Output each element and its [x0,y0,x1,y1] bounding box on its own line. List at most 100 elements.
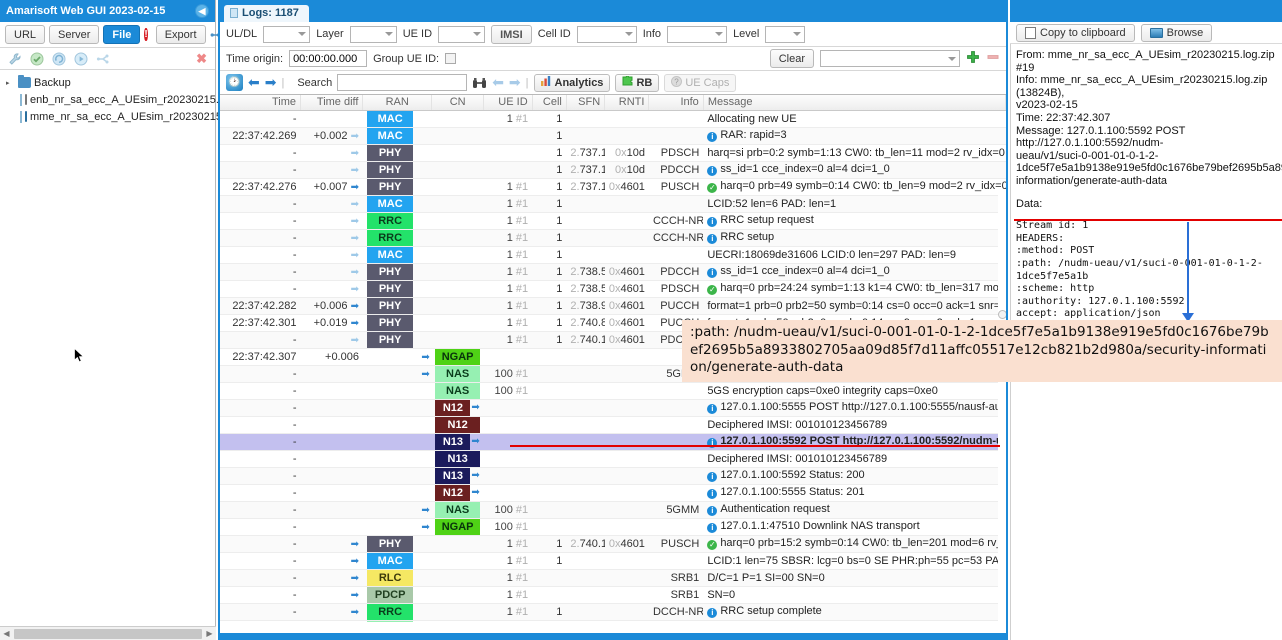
scroll-right-icon[interactable]: ▶ [203,629,216,638]
table-row[interactable]: - ➡ MAC 1 #1 1 LCID:1 len=75 SBSR: lcg=0 bs=… [220,552,1006,570]
table-row[interactable]: - ➡ PHY 1 #1 1 2.738.5 0x4601 PDSCH ✓ harq=0 prb… [220,280,1006,298]
direction-arrow-icon: ➡ [350,317,359,329]
col-timediff[interactable]: Time diff [300,95,364,111]
scrollbar-thumb[interactable] [14,628,202,639]
table-row[interactable]: 22:37:42.282 +0.006 ➡ PHY 1 #1 1 2.738.9 0x460… [220,297,1006,315]
layer-select[interactable] [349,25,397,43]
table-row[interactable]: - ➡ RRC 1 #1 1 DCCH-NR i RRC setup complete [220,603,1006,621]
server-button[interactable]: Server [49,25,100,44]
tree-item-backup[interactable]: ▸ Backup [4,74,215,91]
arrow-left-icon[interactable]: ⬅ [248,74,260,91]
time-origin-input[interactable] [289,50,368,67]
table-row[interactable]: - ➡ PHY 1 #1 1 2.738.5 0x4601 PDCCH i ss_id=1 cc… [220,263,1006,281]
cellid-select[interactable] [576,25,637,43]
cell-message: LCID:1 len=75 SBSR: lcg=0 bs=0 SE PHR:ph… [703,552,1006,570]
table-row[interactable]: - ➡ RRC 1 #1 1 CCCH-NR i RRC setup request [220,212,1006,230]
ueid-select[interactable] [438,25,486,43]
table-row[interactable]: - ➡ MAC 1 #1 1 UECRI:18069de31606 LCID:0 len… [220,246,1006,264]
error-badge-icon[interactable]: ! [144,28,148,41]
table-row[interactable]: 22:37:42.276+0.007 ➡PHY 1 #112.737.180x46… [220,178,1006,196]
table-row[interactable]: 22:37:42.269 +0.002 ➡ MAC 1 i RAR: rapid=3 [220,127,1006,145]
table-header-row: Time Time diff RAN CN UE ID Cell SFN RNT… [220,95,1006,111]
check-circle-icon[interactable] [30,52,44,66]
minus-icon[interactable] [986,50,1000,67]
rb-button[interactable]: RB [615,73,660,92]
col-ueid[interactable]: UE ID [483,95,533,111]
arrow-right-icon[interactable]: ➡ [265,74,277,91]
browse-button[interactable]: Browse [1140,23,1213,42]
binoculars-icon[interactable] [472,77,487,89]
uldl-select[interactable] [263,25,311,43]
col-rnti[interactable]: RNTI [604,95,650,111]
analytics-button[interactable]: Analytics [533,73,611,92]
clear-button[interactable]: Clear [769,49,814,68]
refresh-icon[interactable] [52,52,66,66]
export-button[interactable]: Export [155,25,206,44]
table-row[interactable]: - MAC 1 #1 1 Allocating new UE [220,110,1006,128]
ue-caps-button[interactable]: ? UE Caps [664,73,737,92]
table-row[interactable]: - ➡NAS➡ 1 #1 5GMMiRegistration request [220,620,1006,622]
tree-item-mme-log[interactable]: mme_nr_sa_ecc_A_UEsim_r20230215.lo... [4,108,243,125]
table-row[interactable]: - ➡ PHY 12.737.100x10dPDSCHharq=si prb=0:2… [220,144,1006,162]
search-next-icon[interactable]: ➡ [509,74,521,91]
plus-icon[interactable] [966,50,980,67]
table-row[interactable]: - ➡ RLC 1 #1 SRB1 D/C=1 P=1 SI=00 SN=0 [220,569,1006,587]
play-icon[interactable] [74,52,88,66]
ran-layer-chip: PHY [366,314,414,330]
scroll-left-icon[interactable]: ◀ [0,629,13,638]
file-button[interactable]: File [103,25,141,44]
table-row[interactable]: - N13 Deciphered IMSI: 001010123456789 [220,450,1006,468]
cell-ran [362,518,418,536]
search-prev-icon[interactable]: ⬅ [492,74,504,91]
col-cn[interactable]: CN [431,95,485,111]
table-row[interactable]: - N12 ➡ i 127.0.1.100:5555 POST http://127.… [220,399,1006,417]
wrench-icon[interactable] [8,52,22,66]
mme-node-icon [25,111,27,122]
tree-item-enb-log[interactable]: enb_nr_sa_ecc_A_UEsim_r20230215.log... [4,91,243,108]
cell-cell [532,450,567,468]
table-row[interactable]: - ➡ PHY 1 #112.740.190x4601PUSCH✓harq=0 pr… [220,535,1006,553]
table-vertical-scrollbar[interactable] [998,190,1006,622]
table-row[interactable]: - ➡ NAS 100 #1 5GMM i Authentication request [220,501,1006,519]
level-select[interactable] [765,25,806,43]
table-row[interactable]: - N13 ➡ i 127.0.1.100:5592 POST http://127.… [220,433,1006,451]
cell-ue-id: 1 #1 [483,603,533,621]
col-message[interactable]: Message [703,95,1006,111]
col-ran[interactable]: RAN [362,95,432,111]
cell-ran-arrow [417,603,432,621]
copy-to-clipboard-button[interactable]: Copy to clipboard [1016,23,1135,42]
table-row[interactable]: - N12 Deciphered IMSI: 001010123456789 [220,416,1006,434]
cell-sfn: 2.738.5 [566,263,605,281]
chevron-left-icon[interactable]: ◀ [195,4,209,18]
scroll-handle[interactable] [998,310,1006,319]
url-button[interactable]: URL [5,25,46,44]
cell-rnti: 0x4601 [604,297,649,315]
sidebar-horizontal-scrollbar[interactable]: ◀ ▶ [0,626,216,640]
table-row[interactable]: - N12 ➡ i 127.0.1.100:5555 Status: 201 [220,484,1006,502]
table-row[interactable]: - ➡ MAC 1 #1 1 LCID:52 len=6 PAD: len=1 [220,195,1006,213]
chevron-right-icon[interactable]: ▸ [6,79,15,87]
close-x-icon[interactable]: ✖ [196,51,207,67]
col-cell[interactable]: Cell [532,95,567,111]
col-sfn[interactable]: SFN [566,95,606,111]
col-info[interactable]: Info [648,95,704,111]
col-time[interactable]: Time [220,95,302,111]
table-row[interactable]: - NAS 100 #1 5GS encryption caps=0xe0 inte… [220,382,1006,400]
tab-logs[interactable]: Logs: 1187 [224,5,309,22]
imsi-button[interactable]: IMSI [491,24,532,44]
table-row[interactable]: - ➡ PDCP 1 #1 SRB1 SN=0 [220,586,1006,604]
table-row[interactable]: - N13 ➡ i 127.0.1.100:5592 Status: 200 [220,467,1006,485]
info-select[interactable] [667,25,728,43]
search-input[interactable] [337,74,468,91]
table-row[interactable]: - ➡ PHY 12.737.100x10dPDCCHiss_id=1 cce_in… [220,161,1006,179]
table-row[interactable]: - ➡ RRC 1 #1 1 CCCH-NR i RRC setup [220,229,1006,247]
ran-layer-chip: RRC [366,212,414,228]
group-ueid-checkbox[interactable] [445,53,457,64]
table-row[interactable]: - ➡ NGAP 100 #1 i 127.0.1.1:47510 Downlink N… [220,518,1006,536]
clock-icon[interactable]: 🕑 [226,74,243,91]
direction-arrow-icon: ➡ [350,606,359,618]
preset-select[interactable] [820,50,960,67]
cell-cn [431,127,484,145]
plug-icon-2[interactable] [96,52,110,66]
detail-text-block: From: mme_nr_sa_ecc_A_UEsim_r20230215.lo… [1016,49,1282,188]
